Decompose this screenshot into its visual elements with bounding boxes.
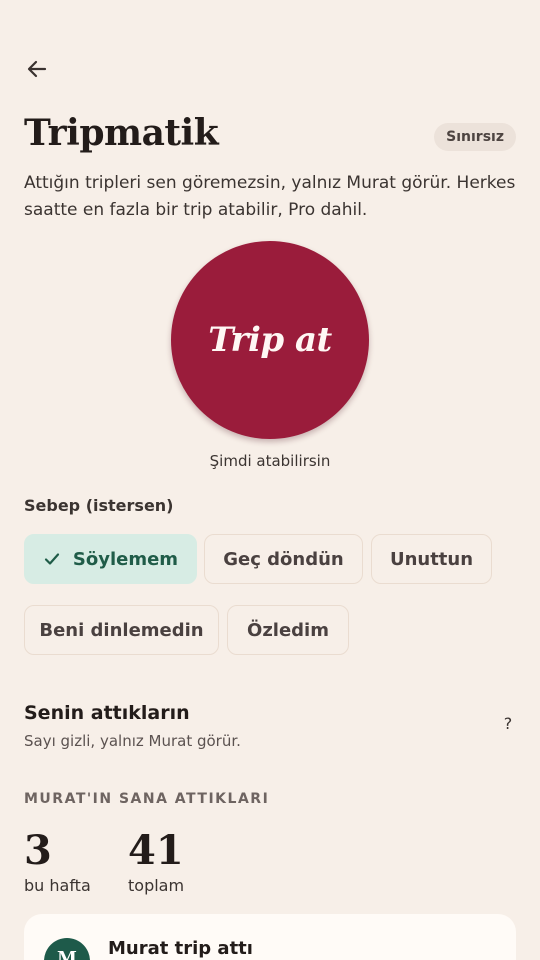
reason-chip-unuttun[interactable]: Unuttun (371, 534, 492, 584)
stat-total: 41 toplam (128, 827, 185, 896)
reason-label: Sebep (istersen) (24, 496, 174, 515)
page-description: Attığın tripleri sen göremezsin, yalnız … (24, 173, 516, 220)
stat-label: bu hafta (24, 876, 91, 895)
stat-label: toplam (128, 876, 185, 895)
reason-chip-label: Söylemem (72, 548, 179, 570)
trip-availability-status: Şimdi atabilirsin (209, 452, 331, 470)
arrow-left-icon (27, 60, 47, 78)
question-icon[interactable]: ? (498, 714, 518, 734)
stat-value: 41 (128, 827, 184, 874)
reason-chip-ozledim[interactable]: Özledim (227, 605, 349, 655)
check-icon (43, 550, 61, 568)
activity-card[interactable]: M Murat trip attı (24, 914, 516, 960)
reason-chip-label: Unuttun (389, 548, 474, 570)
trip-at-button-label: Trip at (208, 320, 332, 360)
trip-at-button[interactable]: Trip at (171, 241, 369, 439)
received-trips-label: MURAT'IN SANA ATTIKLARI (24, 791, 270, 807)
avatar: M (44, 938, 90, 960)
reason-chip-label: Geç döndün (223, 548, 344, 570)
page-title: Tripmatik (24, 112, 219, 154)
stat-this-week: 3 bu hafta (24, 827, 91, 896)
reason-chip-label: Beni dinlemedin (39, 619, 204, 641)
reason-chip-gec-dondun[interactable]: Geç döndün (204, 534, 363, 584)
tripmatik-screen: Tripmatik Sınırsız Attığın tripleri sen … (0, 0, 540, 960)
stat-value: 3 (24, 827, 52, 874)
reason-chip-soylemem[interactable]: Söylemem (24, 534, 197, 584)
reason-chip-beni-dinlemedin[interactable]: Beni dinlemedin (24, 605, 219, 655)
sent-trips-title: Senin attıkların (24, 702, 190, 724)
plan-badge: Sınırsız (434, 123, 516, 151)
back-button[interactable] (22, 54, 52, 84)
reason-chip-label: Özledim (247, 619, 329, 641)
activity-title: Murat trip attı (108, 938, 253, 959)
sent-trips-subtitle: Sayı gizli, yalnız Murat görür. (24, 732, 241, 750)
